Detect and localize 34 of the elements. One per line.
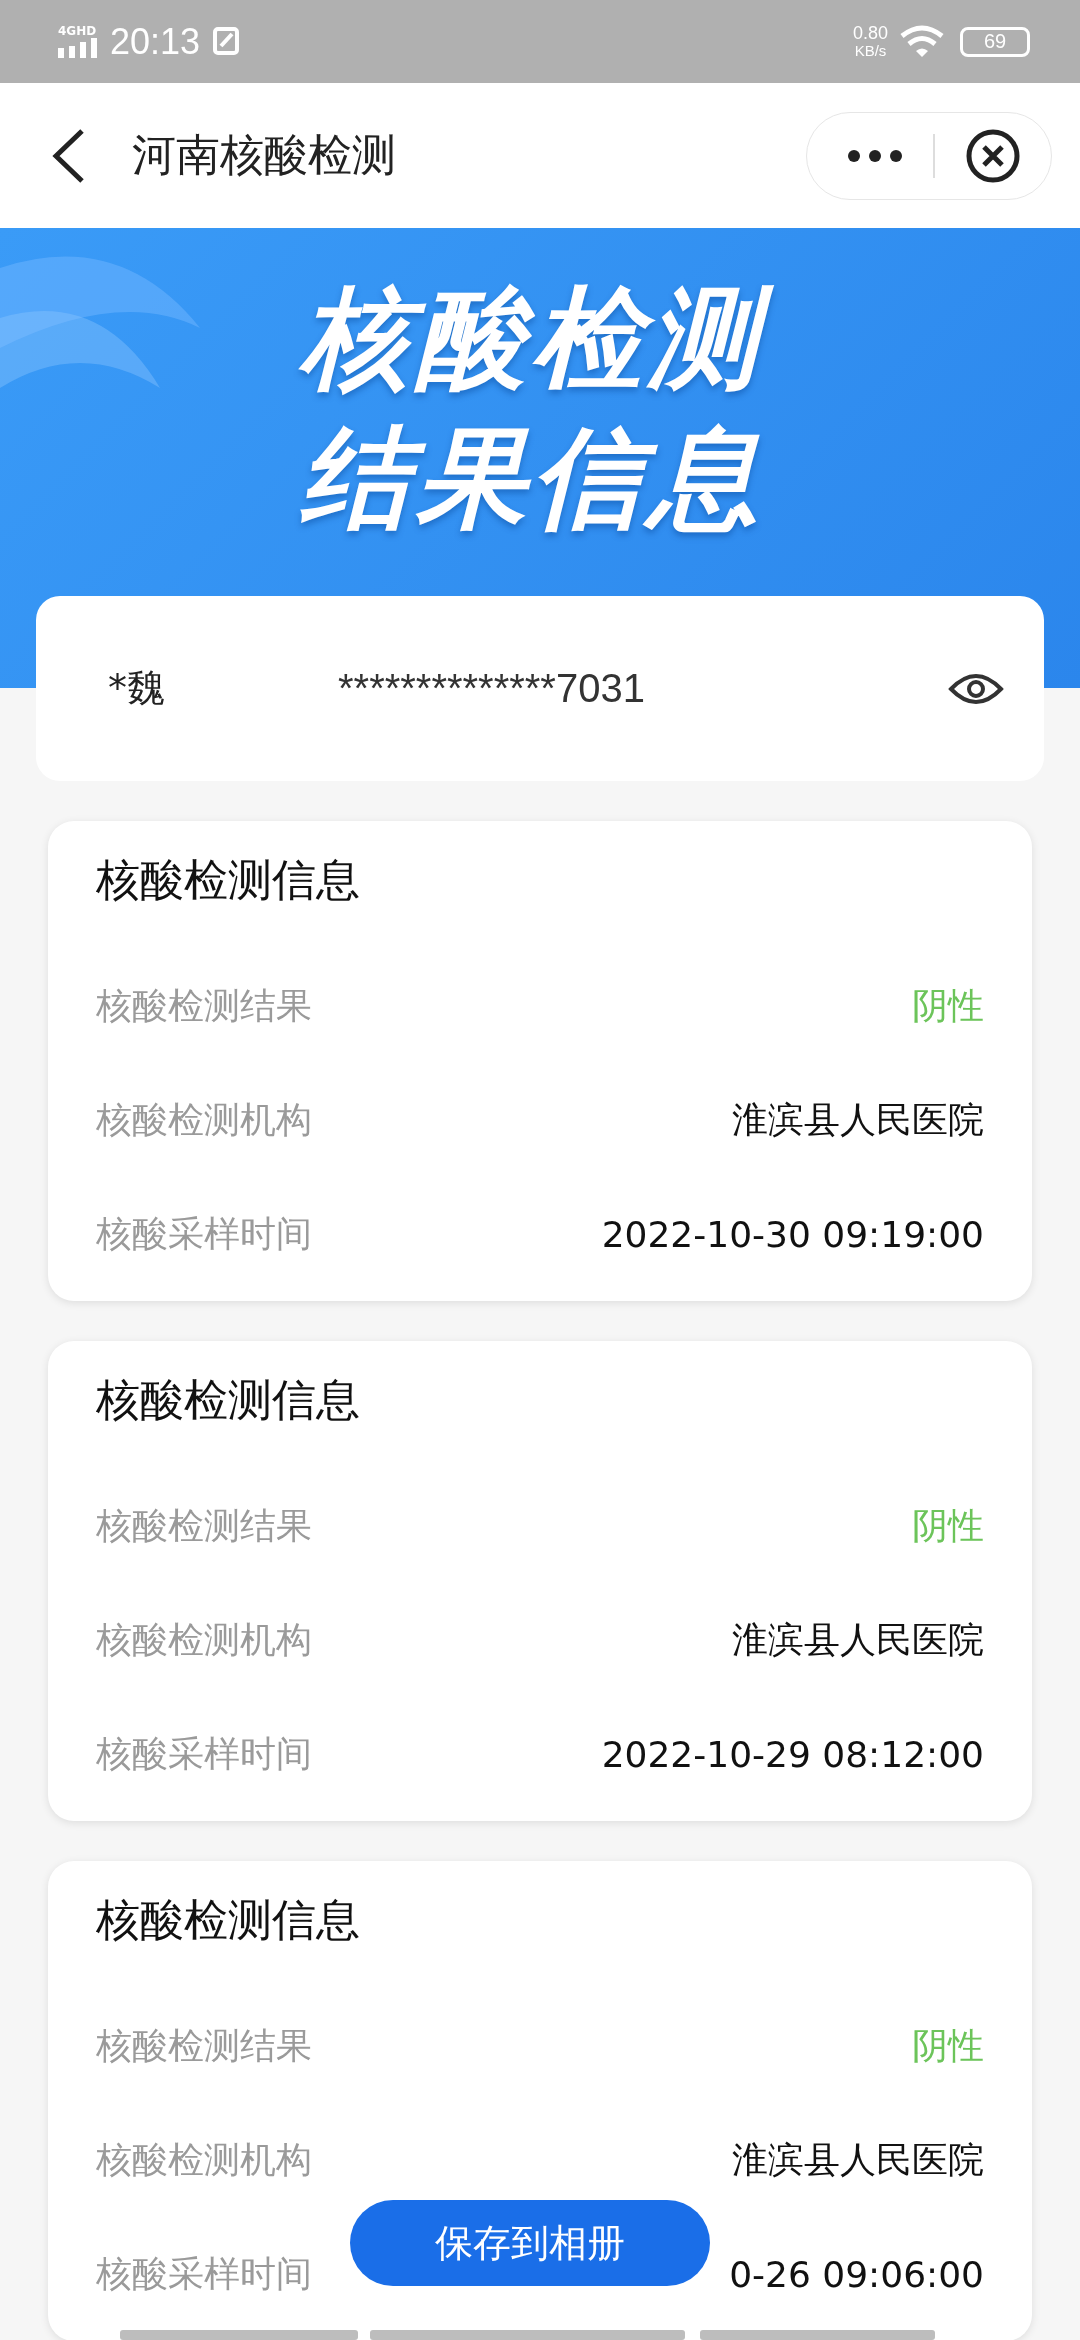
field-value: 淮滨县人民医院: [732, 2138, 984, 2182]
field-label: 核酸检测机构: [96, 2138, 312, 2182]
person-name: *魏: [108, 665, 166, 712]
field-value: 阴性: [912, 1504, 984, 1549]
id-number: **************7031: [338, 666, 646, 711]
network-speed: 0.80 KB/s: [852, 23, 888, 60]
card-title: 核酸检测信息: [96, 1893, 361, 1947]
field-label: 核酸检测机构: [96, 1098, 312, 1142]
clock: 20:13: [110, 20, 201, 63]
more-icon[interactable]: [847, 148, 903, 163]
save-button[interactable]: 保存到相册: [350, 2200, 710, 2286]
network-type: 4GHD: [58, 25, 97, 38]
close-icon[interactable]: [965, 127, 1021, 184]
field-value: 2022-10-29 08:12:00: [601, 1733, 984, 1775]
field-label: 核酸采样时间: [96, 1731, 312, 1776]
field-value: 淮滨县人民医院: [732, 1618, 984, 1662]
field-label: 核酸检测机构: [96, 1618, 312, 1662]
field-label: 核酸采样时间: [96, 1211, 312, 1256]
battery-icon: 69: [960, 26, 1030, 57]
card-title: 核酸检测信息: [96, 853, 361, 907]
page-title: 河南核酸检测: [132, 128, 397, 182]
field-value: 0-26 09:06:00: [729, 2253, 984, 2295]
signal-icon: [58, 38, 98, 58]
field-label: 核酸检测结果: [96, 1504, 312, 1549]
field-value: 淮滨县人民医院: [732, 1098, 984, 1142]
field-label: 核酸检测结果: [96, 984, 312, 1029]
card-title: 核酸检测信息: [96, 1373, 361, 1427]
field-label: 核酸采样时间: [96, 2251, 312, 2296]
field-value: 阴性: [912, 984, 984, 1029]
field-label: 核酸检测结果: [96, 2024, 312, 2069]
field-value: 阴性: [912, 2024, 984, 2069]
banner-heading: 结果信息: [299, 413, 765, 544]
field-value: 2022-10-30 09:19:00: [601, 1213, 984, 1255]
banner-heading: 核酸检测: [292, 268, 788, 408]
